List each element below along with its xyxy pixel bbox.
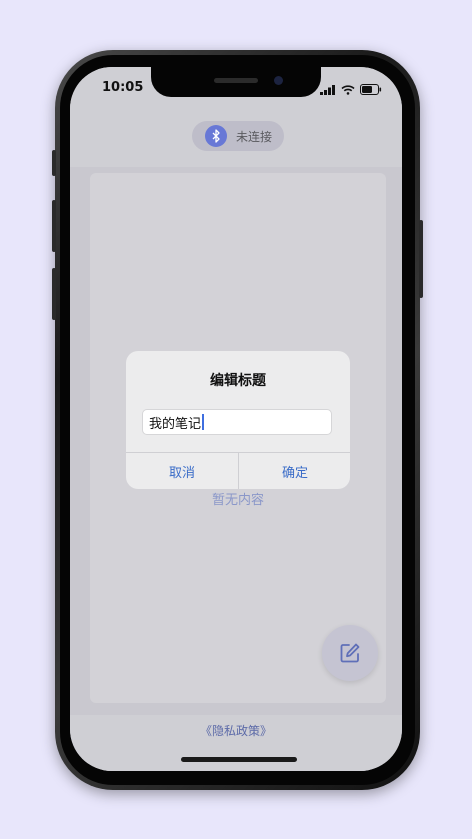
text-caret bbox=[202, 414, 204, 430]
bluetooth-icon bbox=[212, 129, 220, 143]
signal-icon bbox=[320, 84, 335, 95]
new-note-button[interactable] bbox=[322, 625, 378, 681]
wifi-icon bbox=[341, 84, 355, 95]
power-button bbox=[419, 220, 423, 298]
connection-status[interactable]: 未连接 bbox=[192, 121, 284, 151]
confirm-button[interactable]: 确定 bbox=[239, 453, 350, 489]
home-indicator[interactable] bbox=[181, 757, 297, 762]
battery-icon bbox=[360, 84, 382, 95]
title-input[interactable]: 我的笔记 bbox=[142, 409, 332, 435]
connection-label: 未连接 bbox=[236, 129, 273, 144]
edit-title-dialog: 编辑标题 我的笔记 取消 确定 bbox=[126, 351, 350, 489]
mute-switch bbox=[52, 150, 56, 176]
notch bbox=[151, 67, 321, 97]
volume-down-button bbox=[52, 268, 56, 320]
front-camera bbox=[274, 76, 283, 85]
phone-screen: 10:05 未连接 暂无内容 《隐私政策》 编辑标题 我的笔记 取消 确定 bbox=[70, 67, 402, 771]
empty-state-text: 暂无内容 bbox=[211, 493, 264, 508]
dialog-title: 编辑标题 bbox=[210, 373, 266, 389]
edit-icon bbox=[340, 643, 360, 663]
speaker-grille bbox=[214, 78, 258, 83]
cancel-button[interactable]: 取消 bbox=[126, 453, 238, 489]
status-icons bbox=[320, 84, 382, 95]
volume-up-button bbox=[52, 200, 56, 252]
bluetooth-badge bbox=[205, 125, 227, 147]
status-time: 10:05 bbox=[102, 80, 144, 95]
title-input-value: 我的笔记 bbox=[149, 416, 202, 432]
privacy-policy-link[interactable]: 《隐私政策》 bbox=[70, 722, 402, 739]
